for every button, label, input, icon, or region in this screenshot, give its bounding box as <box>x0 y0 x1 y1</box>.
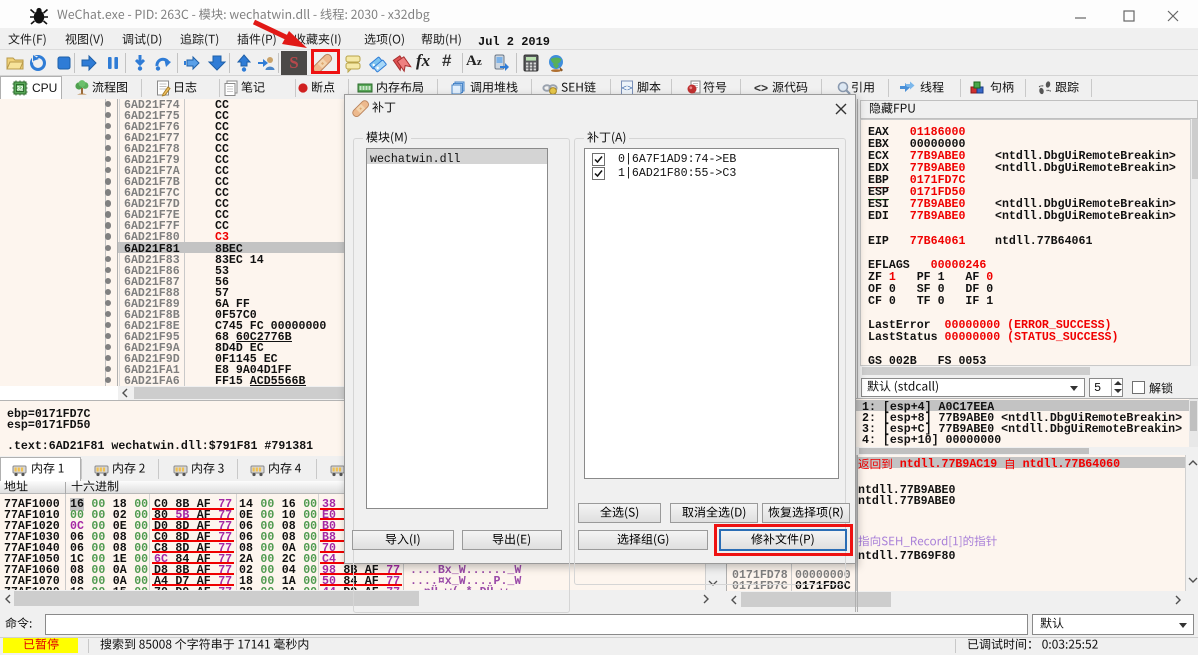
svg-text:<>: <> <box>754 81 768 95</box>
svg-text:<>: <> <box>622 84 633 94</box>
svg-text:32: 32 <box>17 86 24 92</box>
